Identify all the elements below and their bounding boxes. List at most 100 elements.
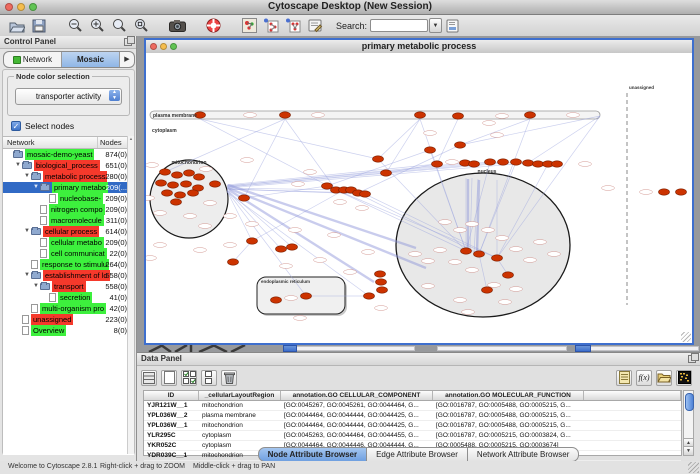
graph-node-small[interactable] bbox=[344, 270, 357, 275]
graph-node-small[interactable] bbox=[184, 214, 197, 219]
graph-node-small[interactable] bbox=[356, 206, 369, 211]
search-dropdown-arrow[interactable]: ▼ bbox=[429, 18, 442, 33]
graph-node-small[interactable] bbox=[294, 316, 307, 321]
tab-node-attribute-browser[interactable]: Node Attribute Browser bbox=[258, 447, 368, 462]
graph-node[interactable] bbox=[172, 172, 183, 178]
window-resize-grip[interactable] bbox=[681, 332, 691, 342]
graph-node[interactable] bbox=[461, 248, 472, 254]
tree-row[interactable]: macromolecule311(0) bbox=[3, 215, 134, 226]
advanced-search-icon[interactable] bbox=[444, 18, 462, 34]
graph-node-small[interactable] bbox=[146, 163, 159, 168]
graph-node-small[interactable] bbox=[462, 310, 475, 315]
annotation-icon[interactable] bbox=[306, 18, 324, 34]
graph-edge[interactable] bbox=[386, 119, 420, 173]
graph-node[interactable] bbox=[377, 287, 388, 293]
graph-node[interactable] bbox=[492, 255, 503, 261]
graph-node[interactable] bbox=[511, 159, 522, 165]
function-builder-icon[interactable]: f(x) bbox=[636, 370, 652, 386]
graph-node[interactable] bbox=[280, 112, 291, 118]
graph-node[interactable] bbox=[160, 169, 171, 175]
table-column-header[interactable] bbox=[584, 391, 681, 400]
graph-node[interactable] bbox=[455, 142, 466, 148]
graph-node-small[interactable] bbox=[146, 196, 155, 201]
app-resize-grip[interactable] bbox=[688, 462, 699, 473]
graph-node-small[interactable] bbox=[496, 114, 509, 119]
table-column-header[interactable]: annotation.GO MOLECULAR_FUNCTION bbox=[433, 391, 584, 400]
expand-triangle-icon[interactable]: ▼ bbox=[32, 182, 40, 193]
graph-node[interactable] bbox=[156, 180, 167, 186]
import-matrix-icon[interactable] bbox=[676, 370, 692, 386]
graph-node[interactable] bbox=[271, 297, 282, 303]
tab-network[interactable]: Network bbox=[4, 52, 62, 67]
node-color-dropdown[interactable]: transporter activity ▲▼ bbox=[15, 88, 122, 105]
graph-node[interactable] bbox=[533, 161, 544, 167]
tree-column-network[interactable]: Network bbox=[3, 137, 98, 148]
tree-row[interactable]: ▼transport558(0) bbox=[3, 281, 134, 292]
tree-row[interactable]: cellular metabo209(0) bbox=[3, 237, 134, 248]
graph-edge-bundle[interactable] bbox=[229, 190, 374, 282]
tree-row[interactable]: cell communicat22(0) bbox=[3, 248, 134, 259]
graph-node[interactable] bbox=[482, 287, 493, 293]
graph-node[interactable] bbox=[676, 189, 687, 195]
table-row[interactable]: YPL036W__2plasma membrane[GO:0044464, GO… bbox=[144, 411, 681, 421]
tree-row[interactable]: Overview8(0) bbox=[3, 325, 134, 336]
graph-node-small[interactable] bbox=[499, 300, 512, 305]
table-row[interactable]: YJR121W__1mitochondrion[GO:0045267, GO:0… bbox=[144, 401, 681, 411]
graph-node-small[interactable] bbox=[567, 113, 580, 118]
tree-row[interactable]: response to stimulu264(0) bbox=[3, 259, 134, 270]
tree-row[interactable]: secretion41(0) bbox=[3, 292, 134, 303]
table-column-header[interactable]: annotation.GO CELLULAR_COMPONENT bbox=[281, 391, 433, 400]
graph-node[interactable] bbox=[181, 181, 192, 187]
graph-node-small[interactable] bbox=[422, 284, 435, 289]
graph-node[interactable] bbox=[552, 161, 563, 167]
graph-node-small[interactable] bbox=[241, 158, 254, 163]
tree-row[interactable]: ▼establishment of lo558(0) bbox=[3, 270, 134, 281]
graph-node[interactable] bbox=[373, 156, 384, 162]
tab-mosaic[interactable]: Mosaic bbox=[62, 52, 120, 67]
graph-node-small[interactable] bbox=[449, 260, 462, 265]
select-attributes-icon[interactable] bbox=[181, 370, 197, 386]
graph-node[interactable] bbox=[287, 244, 298, 250]
float-panel-icon[interactable] bbox=[124, 38, 132, 46]
expand-triangle-icon[interactable]: ▼ bbox=[14, 160, 22, 171]
tab-network-attribute-browser[interactable]: Network Attribute Browser bbox=[468, 447, 579, 462]
float-data-panel-icon[interactable] bbox=[688, 355, 696, 363]
zoom-out-icon[interactable] bbox=[66, 18, 84, 34]
tree-row[interactable]: ▼cellular process614(0) bbox=[3, 226, 134, 237]
tab-overflow-arrow[interactable]: ▶ bbox=[120, 52, 134, 67]
graph-node-small[interactable] bbox=[244, 113, 257, 118]
graph-node-small[interactable] bbox=[446, 160, 459, 165]
graph-node-small[interactable] bbox=[434, 248, 447, 253]
graph-node[interactable] bbox=[474, 251, 485, 257]
graph-node[interactable] bbox=[210, 181, 221, 187]
graph-node-small[interactable] bbox=[579, 162, 592, 167]
graph-node[interactable] bbox=[301, 293, 312, 299]
graph-node-small[interactable] bbox=[424, 131, 437, 136]
zoom-selected-icon[interactable] bbox=[132, 18, 150, 34]
graph-node-small[interactable] bbox=[548, 252, 561, 257]
tree-row[interactable]: ▼metabolic process280(0) bbox=[3, 171, 134, 182]
graph-node-small[interactable] bbox=[488, 283, 501, 288]
graph-node[interactable] bbox=[322, 183, 333, 189]
graph-node-small[interactable] bbox=[199, 224, 212, 229]
graph-node-small[interactable] bbox=[312, 113, 325, 118]
graph-node-small[interactable] bbox=[640, 190, 653, 195]
tree-row[interactable]: unassigned223(0) bbox=[3, 314, 134, 325]
graph-edge[interactable] bbox=[460, 116, 600, 145]
graph-node[interactable] bbox=[659, 189, 670, 195]
open-folder-icon[interactable] bbox=[8, 18, 26, 34]
graph-node-small[interactable] bbox=[328, 233, 341, 238]
graph-node[interactable] bbox=[184, 170, 195, 176]
graph-node-small[interactable] bbox=[439, 220, 452, 225]
graph-edge[interactable] bbox=[227, 190, 292, 247]
tree-row[interactable]: nitrogen compo209(0) bbox=[3, 204, 134, 215]
graph-node-small[interactable] bbox=[224, 214, 237, 219]
graph-edge[interactable] bbox=[437, 119, 458, 164]
network-edit-a-icon[interactable] bbox=[284, 18, 302, 34]
graph-node-small[interactable] bbox=[466, 268, 479, 273]
vizmapper-icon[interactable] bbox=[240, 18, 258, 34]
table-column-header[interactable]: _cellularLayoutRegion bbox=[199, 391, 281, 400]
graph-node-small[interactable] bbox=[194, 248, 207, 253]
graph-node[interactable] bbox=[523, 160, 534, 166]
graph-node-small[interactable] bbox=[146, 256, 157, 261]
